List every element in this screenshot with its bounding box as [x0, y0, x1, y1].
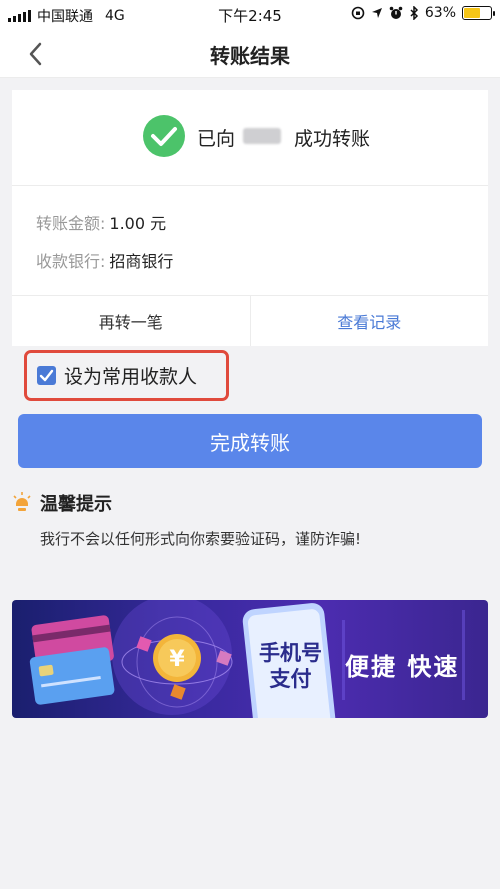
page-title: 转账结果 — [210, 44, 290, 68]
banner-phone-text-line2: 支付 — [269, 667, 312, 691]
banner-slogan: 便捷 快速 — [345, 653, 460, 681]
detail-row-bank: 收款银行: 招商银行 — [36, 248, 173, 272]
action-row: 再转一笔 查看记录 — [12, 296, 488, 346]
tips-title: 温馨提示 — [40, 494, 112, 515]
rotation-lock-icon — [351, 6, 365, 20]
tips-text: 我行不会以任何形式向你索要验证码，谨防诈骗! — [40, 530, 362, 548]
detail-row-amount: 转账金额: 1.00 元 — [36, 210, 166, 234]
battery-level — [464, 8, 481, 18]
battery-percent: 63% — [424, 5, 456, 21]
checkmark-icon — [39, 369, 54, 382]
status-bar: 中国联通 4G 下午2:45 63% — [0, 0, 500, 28]
favorite-label: 设为常用收款人 — [64, 366, 198, 388]
result-card: 已向 成功转账 转账金额: 1.00 元 收款银行: 招商银行 再转一笔 查看记录 — [12, 90, 488, 346]
battery-icon — [462, 6, 495, 20]
bank-value: 招商银行 — [109, 252, 174, 271]
bluetooth-icon — [410, 6, 418, 20]
banner-phone-text: 手机号 支付 — [259, 640, 322, 692]
success-check-icon — [143, 115, 185, 157]
result-suffix: 成功转账 — [294, 128, 371, 150]
masked-recipient-name — [243, 128, 281, 144]
amount-label: 转账金额: — [36, 214, 106, 233]
status-right: 63% — [351, 5, 495, 21]
set-favorite-payee-toggle[interactable]: 设为常用收款人 — [24, 350, 229, 401]
promo-banner[interactable]: ¥ 手机号 支付 便捷 快速 — [12, 600, 488, 718]
location-icon — [371, 8, 382, 18]
complete-transfer-button[interactable]: 完成转账 — [18, 414, 482, 468]
banner-phone-text-line1: 手机号 — [259, 641, 322, 665]
transfer-again-button[interactable]: 再转一笔 — [12, 296, 251, 346]
amount-value: 1.00 元 — [109, 214, 167, 233]
tips-header: 温馨提示 — [12, 490, 112, 516]
nav-bar: 转账结果 — [0, 28, 500, 78]
result-row: 已向 成功转账 — [12, 90, 488, 186]
favorite-checkbox[interactable] — [37, 366, 56, 385]
bank-label: 收款银行: — [36, 252, 106, 271]
lightbulb-icon — [13, 492, 31, 511]
transfer-details: 转账金额: 1.00 元 收款银行: 招商银行 — [12, 186, 488, 296]
result-prefix: 已向 — [197, 128, 236, 150]
yuan-coin-icon: ¥ — [153, 634, 201, 682]
svg-text:¥: ¥ — [169, 647, 185, 672]
view-records-button[interactable]: 查看记录 — [251, 296, 489, 346]
alarm-icon — [389, 6, 403, 19]
